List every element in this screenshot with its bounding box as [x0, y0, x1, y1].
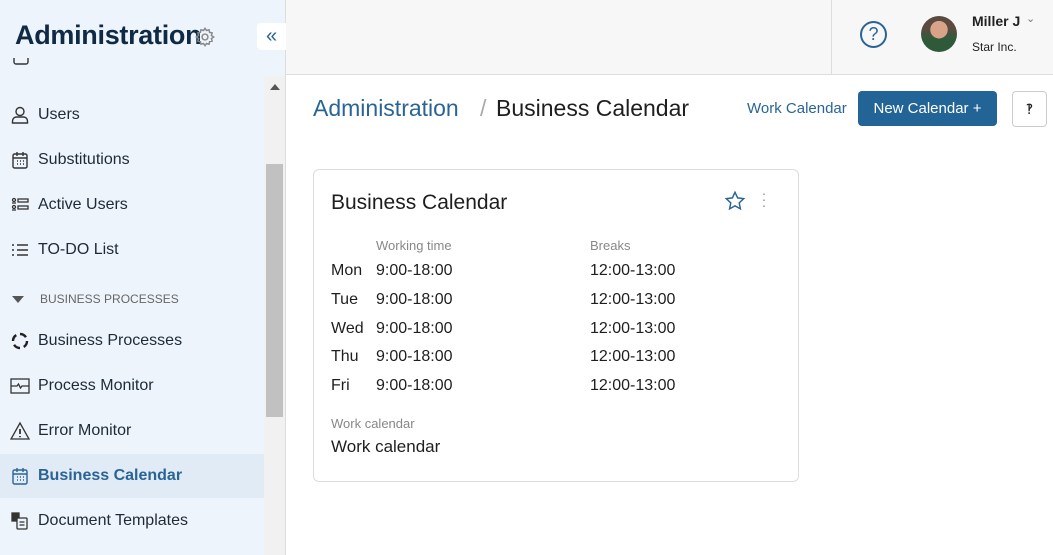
star-icon[interactable] — [724, 190, 746, 212]
page-title: Business Calendar — [496, 95, 690, 121]
more-options-icon[interactable]: · · · — [760, 186, 768, 212]
calendar-icon — [12, 468, 28, 485]
day: Thu — [331, 348, 359, 365]
sidebar-item-label: Business Processes — [38, 332, 183, 349]
active-users-icon — [11, 197, 29, 211]
document-icon — [11, 512, 28, 530]
company-name: Star Inc. — [972, 40, 1017, 54]
break-time: 12:00-13:00 — [590, 377, 676, 394]
sidebar-title: Administration — [15, 20, 202, 50]
sidebar-item-business-processes[interactable]: Business Processes — [0, 319, 264, 363]
sidebar-item-label: Active Users — [38, 196, 128, 213]
work-calendar-label: Work calendar — [331, 416, 415, 431]
sidebar-item-todo-list[interactable]: TO-DO List — [0, 228, 264, 272]
day: Fri — [331, 377, 350, 394]
day: Tue — [331, 291, 358, 308]
break-time: 12:00-13:00 — [590, 291, 676, 308]
question-bulb-icon: ‽ — [1025, 101, 1034, 117]
working-time: 9:00-18:00 — [376, 348, 453, 365]
section-label: BUSINESS PROCESSES — [40, 292, 179, 306]
schedule-row: Tue 9:00-18:00 12:00-13:00 — [331, 291, 791, 311]
working-time: 9:00-18:00 — [376, 291, 453, 308]
sidebar-item-label: Document Templates — [38, 512, 188, 529]
scroll-up-arrow-icon[interactable] — [270, 84, 280, 90]
sidebar-item-label: Process Monitor — [38, 377, 154, 394]
sidebar-item-label: Error Monitor — [38, 422, 132, 439]
sidebar-item-label: TO-DO List — [38, 241, 119, 258]
new-calendar-button[interactable]: New Calendar + — [858, 91, 997, 126]
break-time: 12:00-13:00 — [590, 320, 676, 337]
breadcrumb-separator: / — [480, 95, 487, 121]
working-time-header: Working time — [376, 238, 452, 253]
sidebar-item-label: Substitutions — [38, 151, 130, 168]
gear-icon[interactable] — [194, 26, 216, 48]
partial-hidden-item — [12, 58, 264, 76]
sidebar-item-process-monitor[interactable]: Process Monitor — [0, 364, 264, 408]
hint-button[interactable]: ‽ — [1012, 91, 1047, 127]
sidebar-item-active-users[interactable]: Active Users — [0, 183, 264, 227]
sidebar-item-label: Business Calendar — [38, 467, 183, 484]
sidebar-item-substitutions[interactable]: Substitutions — [0, 138, 264, 182]
avatar[interactable] — [921, 16, 957, 52]
list-icon — [12, 244, 28, 256]
breaks-header: Breaks — [590, 238, 631, 253]
sidebar: Administration « Users Substitutions Act… — [0, 0, 286, 555]
day: Wed — [331, 320, 364, 337]
scrollbar-thumb[interactable] — [266, 164, 283, 417]
user-icon — [11, 106, 29, 124]
working-time: 9:00-18:00 — [376, 262, 453, 279]
work-calendar-link[interactable]: Work Calendar — [747, 100, 847, 117]
day: Mon — [331, 262, 363, 279]
work-calendar-value: Work calendar — [331, 437, 441, 456]
collapse-sidebar-button[interactable]: « — [257, 23, 286, 50]
card-title: Business Calendar — [331, 191, 508, 214]
sidebar-item-business-calendar[interactable]: Business Calendar — [0, 454, 264, 498]
user-name[interactable]: Miller J — [972, 13, 1020, 29]
caret-down-icon — [12, 295, 24, 303]
calendar-icon — [12, 152, 28, 169]
help-icon[interactable]: ? — [860, 21, 887, 48]
break-time: 12:00-13:00 — [590, 348, 676, 365]
schedule-row: Wed 9:00-18:00 12:00-13:00 — [331, 320, 791, 340]
schedule-row: Fri 9:00-18:00 12:00-13:00 — [331, 377, 791, 397]
breadcrumb-administration[interactable]: Administration — [313, 95, 459, 122]
chevron-down-icon[interactable]: ⌄ — [1026, 12, 1035, 25]
sidebar-item-document-templates[interactable]: Document Templates — [0, 499, 264, 543]
warning-icon — [10, 421, 30, 440]
monitor-icon — [10, 378, 30, 394]
section-business-processes[interactable]: BUSINESS PROCESSES — [12, 292, 179, 306]
sidebar-item-error-monitor[interactable]: Error Monitor — [0, 409, 264, 453]
sidebar-item-users[interactable]: Users — [0, 93, 264, 137]
schedule-row: Mon 9:00-18:00 12:00-13:00 — [331, 262, 791, 282]
break-time: 12:00-13:00 — [590, 262, 676, 279]
schedule-row: Thu 9:00-18:00 12:00-13:00 — [331, 348, 791, 368]
business-calendar-card[interactable]: Business Calendar · · · Working time Break… — [313, 169, 799, 482]
divider — [831, 0, 832, 74]
cycle-icon — [11, 332, 29, 350]
working-time: 9:00-18:00 — [376, 377, 453, 394]
working-time: 9:00-18:00 — [376, 320, 453, 337]
sidebar-item-label: Users — [38, 106, 80, 123]
